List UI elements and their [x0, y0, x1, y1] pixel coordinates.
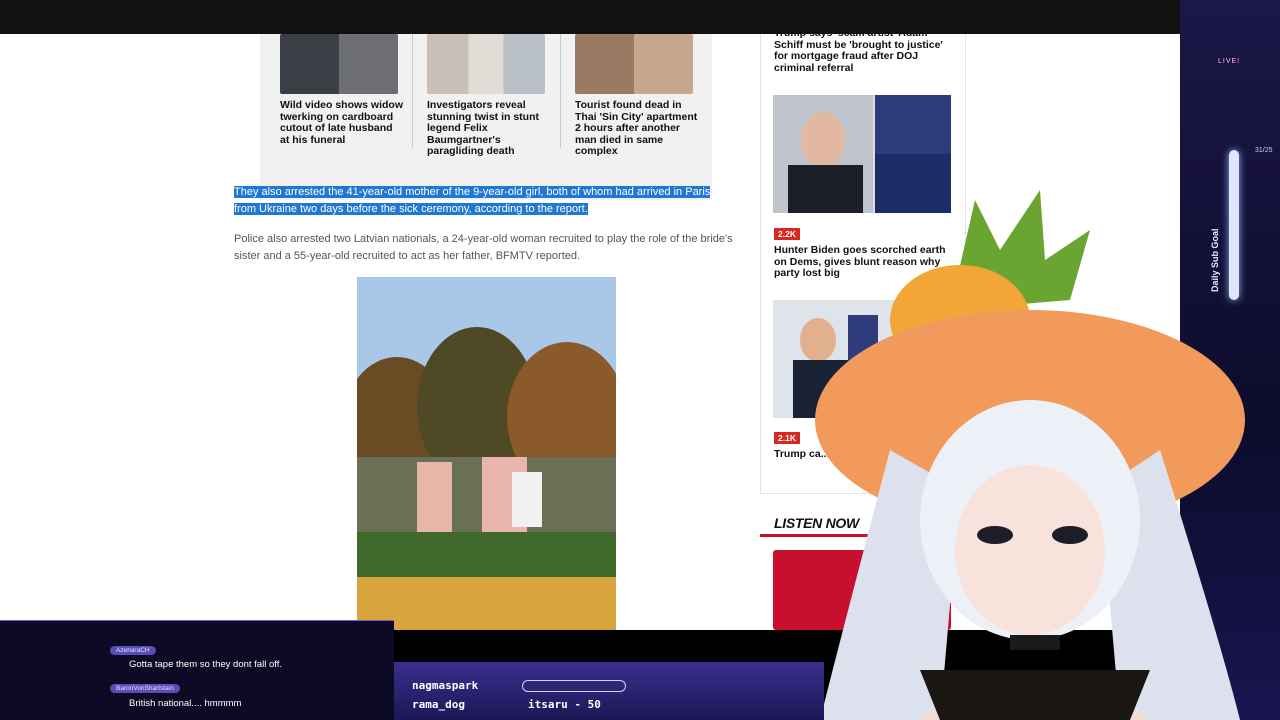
sub-goal-count: 31/25: [1255, 147, 1273, 154]
chat-username: BaronVonShartstain: [110, 684, 180, 693]
related-story-title[interactable]: Investigators reveal stunning twist in s…: [427, 99, 551, 158]
live-label: LIVE!: [1218, 58, 1241, 65]
vtuber-avatar: [815, 190, 1245, 720]
ticker-progress-pill: [522, 680, 626, 692]
related-story-card[interactable]: Wild video shows widow twerking on cardb…: [280, 34, 406, 146]
ticker-name: rama_dog: [412, 698, 465, 711]
sidebar-story-title[interactable]: Trump says 'scam artist' Adam Schiff mus…: [774, 34, 950, 74]
engagement-badge: 2.1K: [774, 432, 800, 444]
divider: [412, 34, 413, 148]
video-frame: [357, 277, 616, 630]
article-video[interactable]: [357, 277, 616, 630]
selected-text: They also arrested the 41-year-old mothe…: [234, 186, 711, 215]
related-story-thumbnail[interactable]: [427, 34, 545, 94]
related-story-card[interactable]: Investigators reveal stunning twist in s…: [427, 34, 553, 158]
chat-message: British national.... hmmmm: [129, 698, 242, 709]
related-story-card[interactable]: Tourist found dead in Thai 'Sin City' ap…: [575, 34, 701, 158]
engagement-badge: 2.2K: [774, 228, 800, 240]
ticker-name: nagmaspark: [412, 679, 479, 692]
related-story-thumbnail[interactable]: [280, 34, 398, 94]
related-story-title[interactable]: Wild video shows widow twerking on cardb…: [280, 99, 404, 146]
divider: [560, 34, 561, 148]
chat-message: Gotta tape them so they dont fall off.: [129, 659, 282, 670]
article-paragraph-highlighted: They also arrested the 41-year-old mothe…: [234, 184, 734, 217]
ticker-name: itsaru - 50: [528, 698, 601, 711]
stream-top-bar: [0, 0, 1280, 34]
related-stories-strip: Wild video shows widow twerking on cardb…: [260, 34, 712, 200]
related-story-thumbnail[interactable]: [575, 34, 693, 94]
related-story-title[interactable]: Tourist found dead in Thai 'Sin City' ap…: [575, 99, 699, 158]
article-paragraph: Police also arrested two Latvian nationa…: [234, 233, 733, 262]
chat-username: AzeharaCH: [110, 646, 156, 655]
